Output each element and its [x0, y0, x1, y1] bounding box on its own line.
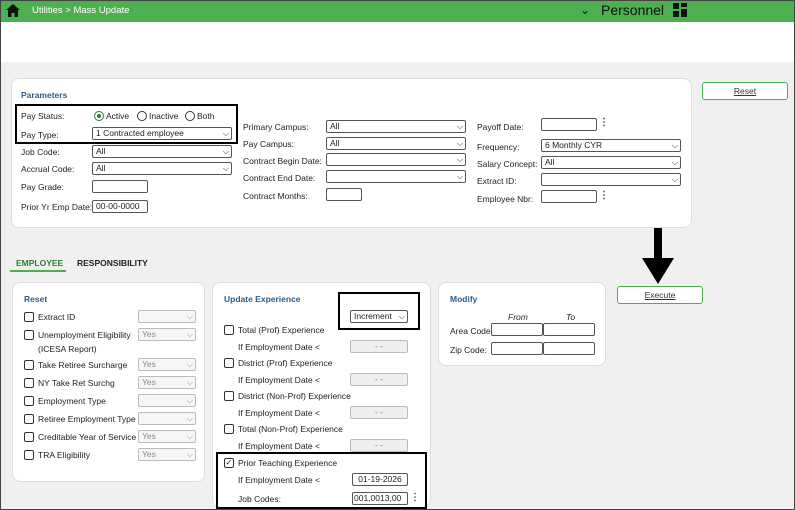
window-frame	[0, 0, 795, 510]
